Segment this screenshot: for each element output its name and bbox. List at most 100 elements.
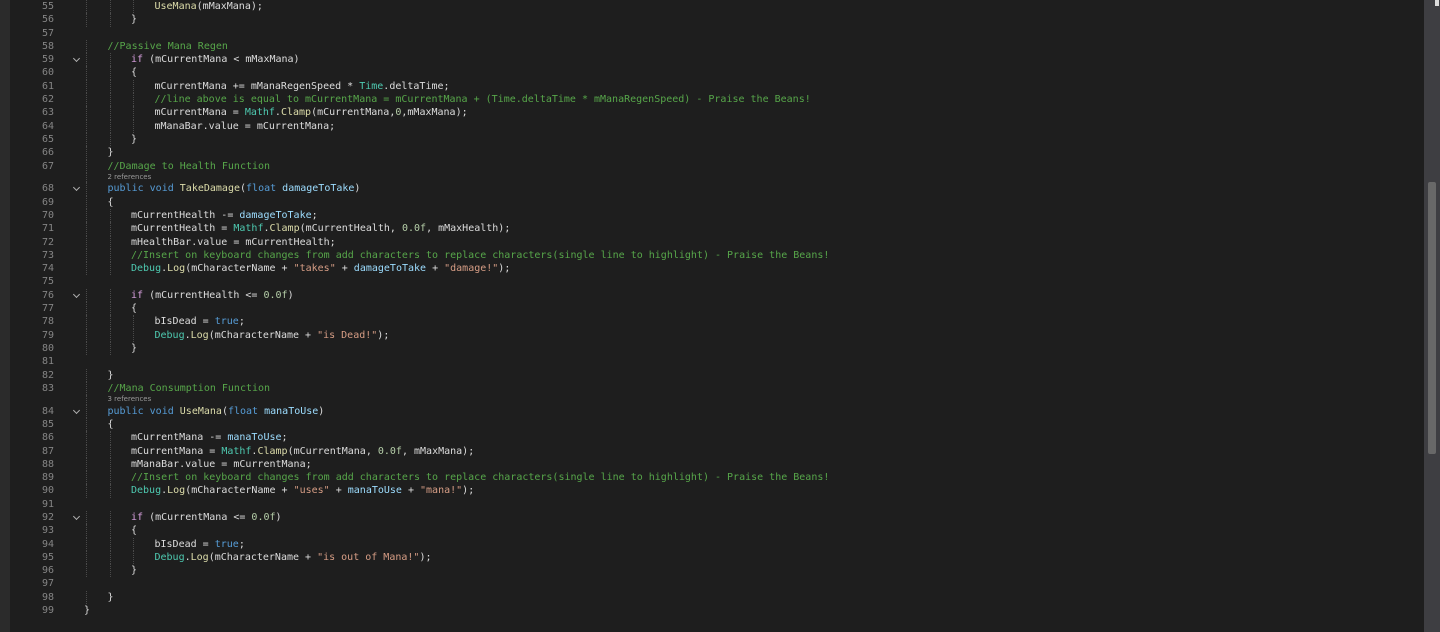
- token-txt: (mCharacterName +: [185, 485, 294, 497]
- token-txt: +: [329, 485, 348, 497]
- code-text: {: [108, 418, 114, 431]
- token-txt: }: [107, 147, 114, 159]
- indent-guide: [133, 79, 134, 94]
- token-com: //Mana Consumption Function: [107, 382, 271, 394]
- code-text: }: [131, 133, 137, 146]
- line-number: 88: [41, 458, 54, 470]
- code-line: 87 mCurrentMana = Mathf.Clamp(mCurrentMan…: [10, 444, 1424, 458]
- token-txt: {: [107, 418, 114, 430]
- token-txt: (mCharacterName +: [185, 263, 294, 275]
- fold-chevron-icon[interactable]: [73, 53, 81, 66]
- line-number: 76: [41, 289, 54, 301]
- token-str: "mana!": [420, 485, 463, 497]
- token-kw: true: [214, 538, 239, 550]
- code-line: 65}: [10, 132, 1424, 147]
- token-kw: float: [227, 405, 259, 417]
- token-txt: (mCharacterName +: [208, 551, 318, 563]
- indent-guide: [133, 106, 134, 120]
- line-number: 82: [41, 369, 54, 381]
- token-type: Time: [359, 80, 384, 92]
- code-line: 78 bIsDead = true;: [10, 315, 1424, 329]
- fold-chevron-icon[interactable]: [73, 182, 81, 195]
- fold-chevron-icon[interactable]: [73, 405, 81, 418]
- code-line: 96}: [10, 564, 1424, 578]
- indent-guide: [109, 262, 111, 276]
- token-txt: +: [401, 485, 421, 497]
- code-editor[interactable]: 55 UseMana(mMaxMana); 56} 57 58//Passive Man…: [10, 0, 1424, 632]
- indent-guide: [86, 368, 87, 382]
- token-txt: ;: [238, 316, 245, 328]
- line-number: 70: [41, 209, 54, 221]
- line-number: 69: [41, 196, 54, 208]
- token-txt: );: [377, 329, 390, 341]
- code-text: Debug.Log(mCharacterName + "is Dead!");: [155, 329, 390, 342]
- code-text: UseMana(mMaxMana);: [155, 0, 263, 13]
- indent-guide: [86, 550, 87, 565]
- line-number: 66: [41, 147, 54, 159]
- code-line: 82}: [10, 368, 1424, 382]
- token-param: manaToUse: [227, 432, 282, 444]
- token-txt: mCurrentHealth =: [131, 223, 234, 235]
- indent-guide: [109, 0, 111, 14]
- code-line: 98}: [10, 590, 1424, 605]
- indent-guide: [86, 208, 87, 223]
- fold-chevron-icon[interactable]: [73, 289, 81, 302]
- token-method: Clamp: [269, 223, 300, 235]
- line-number: 58: [41, 40, 54, 52]
- line-number: 77: [41, 303, 54, 315]
- token-txt: {: [131, 303, 138, 315]
- indent-guide: [86, 524, 87, 538]
- line-number: 84: [41, 405, 54, 417]
- codelens-references[interactable]: 3 references: [108, 395, 152, 405]
- indent-guide: [86, 288, 87, 303]
- code-text: //line above is equal to mCurrentMana = …: [155, 93, 811, 106]
- code-text: Debug.Log(mCharacterName + "uses" + mana…: [131, 484, 474, 497]
- code-text: }: [108, 369, 114, 382]
- indent-guide: [133, 0, 134, 14]
- code-line: 70 mCurrentHealth -= damageToTake;: [10, 208, 1424, 223]
- indent-guide: [109, 328, 111, 342]
- token-com: //Insert on keyboard changes from add ch…: [131, 472, 830, 484]
- scrollbar-thumb[interactable]: [1428, 182, 1436, 454]
- code-line: 63 mCurrentMana = Mathf.Clamp(mCurrentMan…: [10, 106, 1424, 120]
- token-txt: );: [462, 485, 475, 497]
- indent-guide: [86, 404, 87, 418]
- token-str: "is out of Mana!": [317, 551, 420, 563]
- indent-guide: [86, 195, 87, 209]
- line-number: 62: [41, 94, 54, 106]
- token-txt: (mCurrentHealth <=: [143, 289, 264, 301]
- token-param: damageToTake: [239, 209, 312, 221]
- token-type: Debug: [154, 551, 185, 563]
- token-txt: );: [419, 551, 432, 563]
- indent-guide: [109, 93, 111, 107]
- code-line: 89 //Insert on keyboard changes from add …: [10, 471, 1424, 485]
- codelens-references[interactable]: 2 references: [108, 173, 152, 183]
- token-kw: public: [107, 183, 144, 195]
- token-txt: mManaBar.value = mCurrentMana;: [131, 458, 312, 470]
- code-line: 92 if (mCurrentMana <= 0.0f): [10, 510, 1424, 525]
- line-number: 61: [41, 80, 54, 92]
- indent-guide: [86, 471, 87, 485]
- token-method: Log: [190, 551, 209, 563]
- line-number: 81: [41, 356, 54, 368]
- indent-guide: [86, 0, 87, 14]
- token-com: //line above is equal to mCurrentMana = …: [154, 94, 811, 106]
- vertical-scrollbar[interactable]: [1424, 0, 1440, 632]
- line-number: 56: [41, 14, 54, 26]
- indent-guide: [109, 550, 111, 565]
- code-line: 74 Debug.Log(mCharacterName + "takes" + d…: [10, 262, 1424, 276]
- token-txt: +: [426, 263, 445, 275]
- code-text: mCurrentHealth = Mathf.Clamp(mCurrentHea…: [131, 222, 510, 235]
- fold-chevron-icon[interactable]: [73, 511, 81, 524]
- token-txt: {: [131, 525, 138, 537]
- token-method: Clamp: [280, 107, 312, 119]
- token-str: "takes": [293, 263, 336, 275]
- indent-guide: [109, 564, 111, 578]
- token-ctl: if: [131, 54, 144, 66]
- indent-guide: [109, 315, 111, 329]
- token-com: //Passive Mana Regen: [107, 40, 228, 52]
- indent-guide: [86, 564, 87, 578]
- token-txt: (mCharacterName +: [208, 329, 318, 341]
- code-line: 86 mCurrentMana -= manaToUse;: [10, 431, 1424, 445]
- code-text: mManaBar.value = mCurrentMana;: [131, 458, 312, 471]
